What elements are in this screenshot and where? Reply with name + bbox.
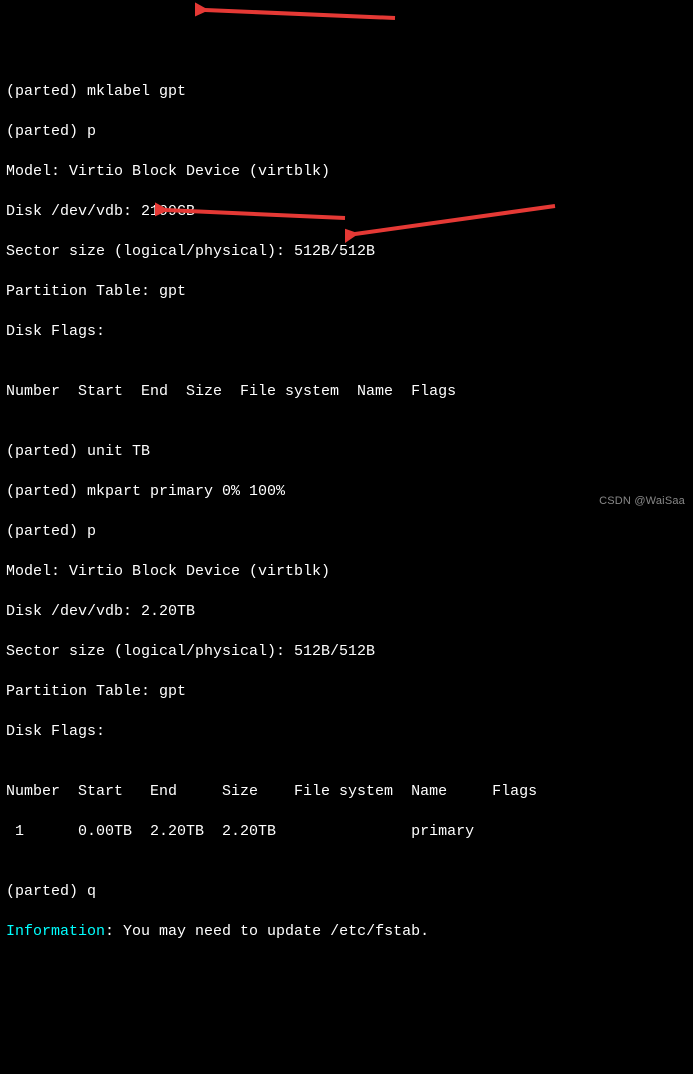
terminal-line: Disk Flags: (6, 722, 687, 742)
annotation-arrow-icon (195, 0, 405, 24)
terminal-line: (parted) q (6, 882, 687, 902)
terminal-line: Model: Virtio Block Device (virtblk) (6, 562, 687, 582)
terminal-line-header: Number Start End Size File system Name F… (6, 382, 687, 402)
watermark: CSDN @WaiSaa (599, 491, 685, 511)
info-message: : You may need to update /etc/fstab. (105, 923, 429, 940)
terminal-line: Sector size (logical/physical): 512B/512… (6, 642, 687, 662)
terminal-line: Disk Flags: (6, 322, 687, 342)
info-label: Information (6, 923, 105, 940)
terminal-line: Disk /dev/vdb: 2.20TB (6, 602, 687, 622)
terminal-line: Disk /dev/vdb: 2199GB (6, 202, 687, 222)
terminal-line: (parted) mkpart primary 0% 100% (6, 482, 687, 502)
terminal-line: Partition Table: gpt (6, 282, 687, 302)
terminal-info-line: Information: You may need to update /etc… (6, 922, 687, 942)
terminal-line: (parted) p (6, 522, 687, 542)
terminal-line: (parted) unit TB (6, 442, 687, 462)
terminal-line-header: Number Start End Size File system Name F… (6, 782, 687, 802)
terminal-line-row: 1 0.00TB 2.20TB 2.20TB primary (6, 822, 687, 842)
terminal-line: (parted) p (6, 122, 687, 142)
terminal-line: Model: Virtio Block Device (virtblk) (6, 162, 687, 182)
terminal-line: (parted) mklabel gpt (6, 82, 687, 102)
terminal-line: Sector size (logical/physical): 512B/512… (6, 242, 687, 262)
terminal-line: Partition Table: gpt (6, 682, 687, 702)
